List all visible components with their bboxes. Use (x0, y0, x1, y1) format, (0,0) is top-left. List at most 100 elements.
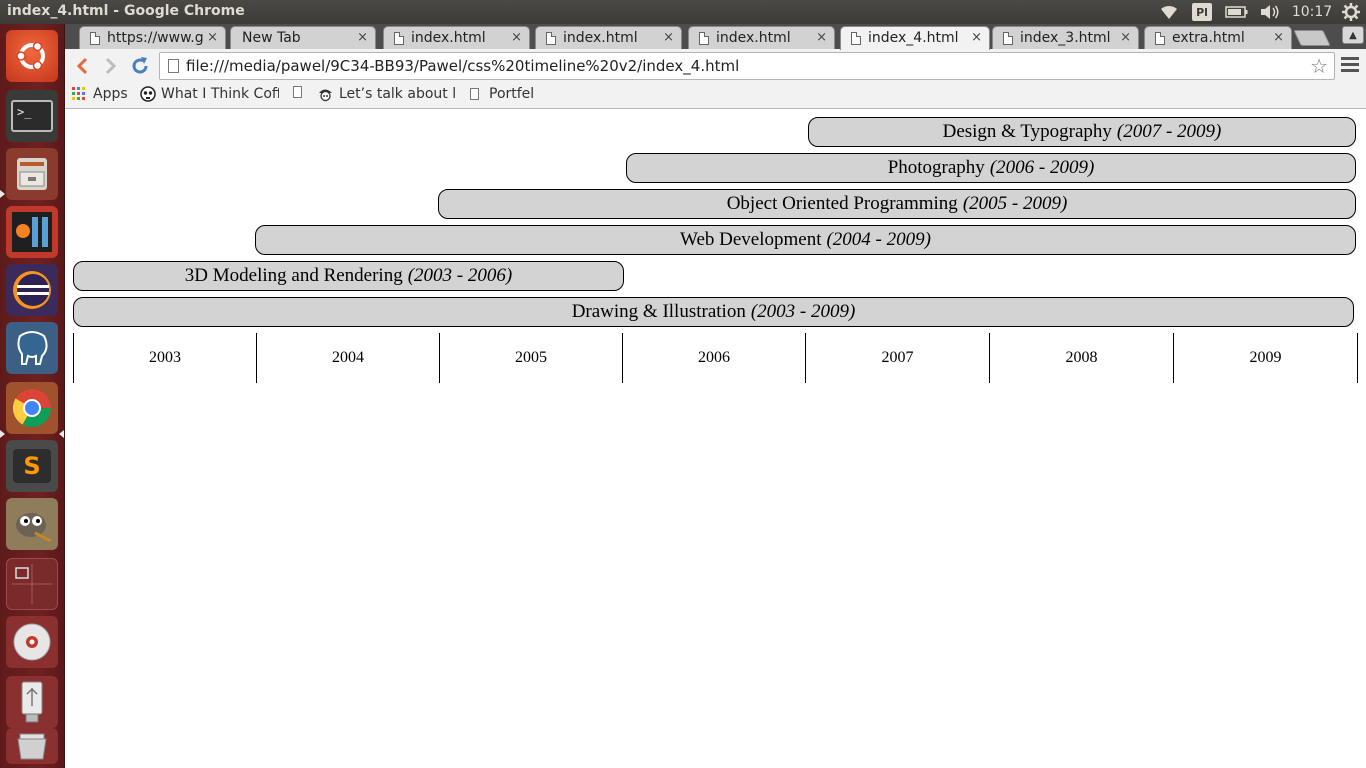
tab[interactable]: index_3.html × (992, 26, 1139, 49)
browser-toolbar: file:///media/pawel/9C34-BB93/Pawel/css%… (65, 49, 1366, 109)
bookmark-label: What I Think Coff (161, 86, 279, 102)
bar-range: (2007 - 2009) (1116, 121, 1222, 142)
tab-active[interactable]: index_4.html × (840, 26, 990, 50)
tab-label: extra.html (1172, 30, 1245, 46)
launcher-running-indicator (0, 190, 5, 198)
launcher-running-indicator (0, 430, 5, 438)
file-cabinet-icon[interactable] (6, 148, 58, 200)
chrome-menu-icon[interactable] (1341, 57, 1359, 75)
eclipse-icon[interactable] (6, 264, 58, 316)
timeline-bar: Photography (2006 - 2009) (626, 153, 1356, 183)
forward-arrow-icon[interactable] (99, 55, 123, 77)
bar-range: (2005 - 2009) (962, 193, 1068, 214)
bookmark-untitled[interactable] (293, 86, 312, 98)
close-icon[interactable]: × (816, 30, 827, 45)
tab[interactable]: New Tab × (230, 26, 376, 49)
bookmark-label: Portfel (489, 86, 535, 102)
year-cell: 2006 (622, 333, 805, 383)
close-icon[interactable]: × (663, 30, 674, 45)
close-icon[interactable]: × (357, 30, 368, 45)
timeline-end-line (1357, 333, 1358, 383)
page-icon (168, 59, 179, 73)
tab-label: index.html (716, 30, 791, 46)
bookmark-what-i-think[interactable]: What I Think Coff (140, 86, 279, 102)
close-icon[interactable]: × (971, 30, 982, 45)
tab-strip: https://www.g × New Tab × index.html × i… (65, 24, 1366, 50)
window-title: index_4.html - Google Chrome (7, 3, 245, 19)
bar-range: (2004 - 2009) (826, 229, 931, 250)
page-icon (1155, 32, 1165, 45)
terminal-icon[interactable]: >_ (6, 90, 58, 142)
launcher: >_ S (0, 24, 65, 768)
jetbrains-icon[interactable] (6, 206, 58, 258)
close-icon[interactable]: × (207, 30, 218, 45)
ubuntu-logo-icon[interactable] (6, 30, 58, 82)
trash-icon[interactable] (6, 728, 58, 764)
back-arrow-icon[interactable] (70, 55, 94, 77)
reload-icon[interactable] (128, 55, 152, 77)
bar-range: (2006 - 2009) (989, 157, 1095, 178)
year-cell: 2003 (73, 333, 256, 383)
tab[interactable]: index.html × (535, 26, 682, 49)
settings-gear-icon[interactable] (1340, 2, 1362, 22)
page-icon (851, 32, 861, 45)
bookmark-lets-talk[interactable]: Let’s talk about lo (317, 86, 456, 102)
year-cell: 2004 (256, 333, 439, 383)
bar-title: Web Development (680, 229, 822, 250)
tab[interactable]: extra.html × (1144, 26, 1292, 49)
close-icon[interactable]: × (1273, 30, 1284, 45)
bar-title: Object Oriented Programming (726, 193, 958, 214)
page-icon (90, 32, 100, 45)
bar-range: (2003 - 2006) (407, 265, 513, 286)
bookmark-portfel[interactable]: Portfel (470, 86, 534, 102)
year-cell: 2007 (805, 333, 989, 383)
year-cell: 2005 (439, 333, 622, 383)
bookmark-apps[interactable]: Apps (72, 86, 128, 102)
tab-label: index.html (411, 30, 486, 46)
page-icon (470, 88, 479, 100)
new-tab-button[interactable] (1293, 30, 1331, 46)
address-bar[interactable]: file:///media/pawel/9C34-BB93/Pawel/css%… (159, 52, 1335, 80)
close-icon[interactable]: × (511, 30, 522, 45)
bookmark-label: Let’s talk about lo (339, 86, 456, 102)
timeline-bar: Design & Typography (2007 - 2009) (808, 117, 1356, 147)
bar-title: Photography (887, 157, 985, 178)
tab-label: New Tab (242, 30, 301, 46)
tab[interactable]: index.html × (688, 26, 835, 49)
page-icon (699, 32, 709, 45)
timeline-bar: 3D Modeling and Rendering (2003 - 2006) (73, 261, 624, 291)
close-icon[interactable]: × (1120, 30, 1131, 45)
tab-overflow-button[interactable]: ▲ (1342, 26, 1364, 44)
skull-icon (140, 86, 156, 102)
disc-icon[interactable] (6, 616, 58, 668)
bar-title: Drawing & Illustration (571, 301, 746, 322)
chrome-window: https://www.g × New Tab × index.html × i… (65, 24, 1366, 109)
battery-icon[interactable] (1224, 2, 1250, 22)
tab-label: https://www.g (107, 30, 204, 46)
url-text[interactable]: file:///media/pawel/9C34-BB93/Pawel/css%… (186, 57, 739, 75)
page-icon (394, 32, 404, 45)
year-cell: 2009 (1173, 333, 1357, 383)
launcher-focused-indicator (59, 430, 64, 438)
workspaces-icon[interactable] (6, 558, 58, 610)
bookmark-label: Apps (93, 86, 128, 102)
bookmark-star-icon[interactable]: ☆ (1310, 54, 1328, 78)
sublime-text-icon[interactable]: S (6, 440, 58, 492)
tab-label: index.html (563, 30, 638, 46)
wifi-icon[interactable] (1158, 2, 1180, 22)
tab[interactable]: https://www.g × (79, 26, 226, 49)
timeline-bar: Drawing & Illustration (2003 - 2009) (73, 297, 1354, 327)
bar-title: Design & Typography (942, 121, 1112, 142)
keyboard-layout-indicator[interactable]: Pl (1192, 3, 1212, 21)
pirate-icon (319, 89, 332, 102)
gimp-icon[interactable] (6, 498, 58, 550)
usb-icon[interactable] (6, 676, 58, 728)
tab[interactable]: index.html × (383, 26, 530, 49)
apps-grid-icon (72, 87, 85, 100)
clock[interactable]: 10:17 (1292, 2, 1332, 22)
chrome-icon[interactable] (6, 382, 58, 434)
volume-icon[interactable] (1258, 2, 1282, 22)
page-icon (546, 32, 556, 45)
tab-label: index_4.html (868, 30, 959, 46)
postgres-elephant-icon[interactable] (6, 322, 58, 374)
